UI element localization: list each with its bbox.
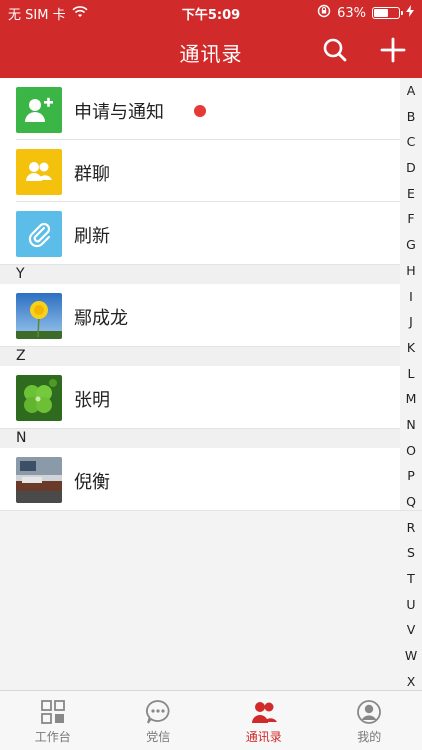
index-letter-w[interactable]: W	[400, 643, 422, 669]
list-item-label: 刷新	[74, 226, 110, 247]
index-letter-f[interactable]: F	[400, 206, 422, 232]
tab-messages[interactable]: 党信	[106, 691, 212, 750]
index-letter-c[interactable]: C	[400, 129, 422, 155]
rotation-lock-icon	[317, 4, 331, 22]
list-item-label: 申请与通知	[74, 102, 164, 123]
index-letter-n[interactable]: N	[400, 412, 422, 438]
contact-avatar	[16, 293, 62, 339]
section-header-z: Z	[0, 346, 400, 366]
tab-bar: 工作台 党信 通讯录 我的	[0, 690, 422, 750]
index-letter-j[interactable]: J	[400, 309, 422, 335]
battery-percent: 63%	[337, 5, 366, 21]
profile-icon	[356, 699, 382, 725]
index-letter-b[interactable]: B	[400, 104, 422, 130]
list-item-label: 群聊	[74, 164, 110, 185]
list-end-divider	[0, 510, 422, 511]
tab-profile[interactable]: 我的	[317, 691, 422, 750]
tab-label: 我的	[357, 730, 382, 744]
tab-label: 工作台	[34, 730, 71, 744]
unread-badge	[194, 105, 206, 117]
contact-name: 鄢成龙	[74, 308, 128, 329]
app-header: 无 SIM 卡 下午5:09 63% 通讯录	[0, 0, 422, 78]
index-letter-e[interactable]: E	[400, 181, 422, 207]
index-letter-m[interactable]: M	[400, 386, 422, 412]
group-icon	[16, 149, 62, 195]
charging-bolt-icon	[406, 5, 414, 21]
tab-label: 党信	[146, 730, 171, 744]
search-icon[interactable]	[322, 37, 348, 63]
contact-avatar	[16, 375, 62, 421]
index-letter-r[interactable]: R	[400, 515, 422, 541]
index-letter-a[interactable]: A	[400, 78, 422, 104]
index-letter-o[interactable]: O	[400, 438, 422, 464]
index-letter-k[interactable]: K	[400, 335, 422, 361]
add-user-icon	[16, 87, 62, 133]
contact-name: 倪衡	[74, 472, 110, 493]
list-item-notifications[interactable]: 申请与通知	[0, 78, 400, 140]
battery-icon	[372, 7, 403, 19]
paperclip-icon	[16, 211, 62, 257]
navigation-bar: 通讯录	[0, 24, 422, 78]
index-letter-u[interactable]: U	[400, 592, 422, 618]
tab-label: 通讯录	[245, 730, 282, 744]
list-item-group-chat[interactable]: 群聊	[0, 140, 400, 202]
alphabet-index[interactable]: ABCDEFGHIJKLMNOPQRSTUVWX	[400, 78, 422, 690]
contact-avatar	[16, 457, 62, 503]
plus-icon[interactable]	[380, 37, 406, 63]
index-letter-t[interactable]: T	[400, 566, 422, 592]
contact-list: 申请与通知 群聊 刷新 Y 鄢成龙 Z 张明 N 倪衡	[0, 78, 400, 510]
index-letter-q[interactable]: Q	[400, 489, 422, 515]
contact-row[interactable]: 鄢成龙	[0, 284, 400, 346]
index-letter-d[interactable]: D	[400, 155, 422, 181]
index-letter-h[interactable]: H	[400, 258, 422, 284]
status-bar: 无 SIM 卡 下午5:09 63%	[0, 0, 422, 24]
page-title: 通讯录	[179, 42, 243, 66]
list-item-refresh[interactable]: 刷新	[0, 202, 400, 264]
index-letter-s[interactable]: S	[400, 540, 422, 566]
workbench-icon	[40, 699, 66, 725]
chat-bubble-icon	[145, 699, 171, 725]
contact-row[interactable]: 倪衡	[0, 448, 400, 510]
index-letter-i[interactable]: I	[400, 284, 422, 310]
section-header-y: Y	[0, 264, 400, 284]
index-letter-l[interactable]: L	[400, 361, 422, 387]
contact-name: 张明	[74, 390, 110, 411]
index-letter-p[interactable]: P	[400, 463, 422, 489]
tab-contacts[interactable]: 通讯录	[211, 691, 317, 750]
section-header-n: N	[0, 428, 400, 448]
index-letter-g[interactable]: G	[400, 232, 422, 258]
index-letter-v[interactable]: V	[400, 617, 422, 643]
contact-row[interactable]: 张明	[0, 366, 400, 428]
tab-workbench[interactable]: 工作台	[0, 691, 106, 750]
contacts-icon	[251, 699, 277, 725]
